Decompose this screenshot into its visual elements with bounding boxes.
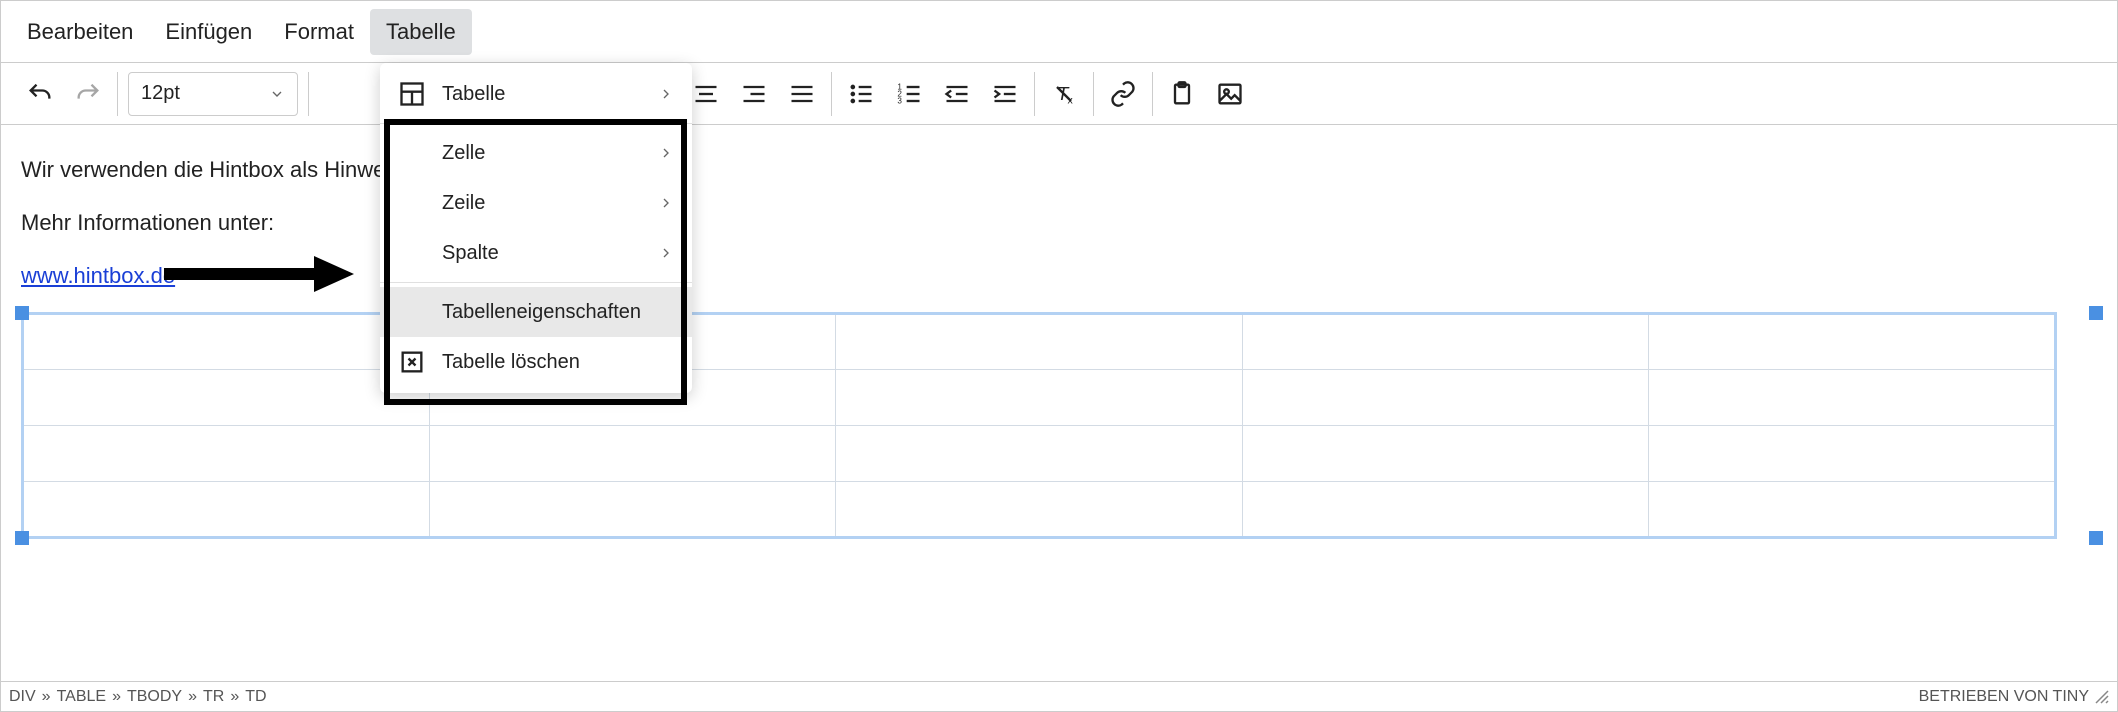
align-center-button[interactable]: [687, 75, 725, 113]
table-cell[interactable]: [1242, 482, 1649, 538]
table-cell[interactable]: [1242, 426, 1649, 482]
table-cell[interactable]: [429, 426, 836, 482]
menu-format[interactable]: Format: [268, 9, 370, 55]
table-cell[interactable]: [1242, 314, 1649, 370]
indent-button[interactable]: [986, 75, 1024, 113]
resize-handle-topleft[interactable]: [15, 306, 29, 320]
chevron-right-icon: [658, 245, 674, 261]
fontsize-select[interactable]: 12pt: [128, 72, 298, 116]
table-cell[interactable]: [836, 314, 1243, 370]
table-dropdown: Tabelle Zelle Zeile Spalte Tabelleneigen…: [380, 63, 692, 393]
align-justify-button[interactable]: [783, 75, 821, 113]
fontsize-value: 12pt: [141, 82, 180, 105]
table-cell[interactable]: [836, 370, 1243, 426]
dropdown-delete-label: Tabelle löschen: [442, 351, 674, 374]
bullet-list-button[interactable]: [842, 75, 880, 113]
dropdown-props-label: Tabelleneigenschaften: [442, 301, 674, 324]
menu-table[interactable]: Tabelle: [370, 9, 472, 55]
table-row: [23, 370, 2056, 426]
table-cell[interactable]: [23, 314, 430, 370]
blank-icon: [398, 239, 426, 267]
table-cell[interactable]: [1242, 370, 1649, 426]
table-cell[interactable]: [836, 426, 1243, 482]
content-area[interactable]: Wir verwenden die Hintbox als Hinweisgeb…: [1, 125, 2117, 681]
dropdown-table-props[interactable]: Tabelleneigenschaften: [380, 287, 692, 337]
outdent-button[interactable]: [938, 75, 976, 113]
number-list-button[interactable]: 123: [890, 75, 928, 113]
chevron-right-icon: [658, 195, 674, 211]
path-div[interactable]: DIV: [9, 688, 36, 705]
path-tbody[interactable]: TBODY: [127, 688, 182, 705]
menubar: Bearbeiten Einfügen Format Tabelle: [1, 1, 2117, 63]
link-button[interactable]: [1104, 75, 1142, 113]
table-row: [23, 426, 2056, 482]
chevron-right-icon: [658, 145, 674, 161]
table-cell[interactable]: [1649, 314, 2056, 370]
blank-icon: [398, 139, 426, 167]
resize-handle-topright[interactable]: [2089, 306, 2103, 320]
path-td[interactable]: TD: [245, 688, 266, 705]
statusbar: DIV»TABLE»TBODY»TR»TD BETRIEBEN VON TINY: [1, 681, 2117, 711]
blank-icon: [398, 298, 426, 326]
table-cell[interactable]: [1649, 426, 2056, 482]
editor-root: Bearbeiten Einfügen Format Tabelle 12pt: [0, 0, 2118, 712]
dropdown-col[interactable]: Spalte: [380, 228, 692, 278]
chevron-down-icon: [269, 86, 285, 102]
table-icon: [398, 80, 426, 108]
menu-insert[interactable]: Einfügen: [149, 9, 268, 55]
table-cell[interactable]: [23, 482, 430, 538]
undo-button[interactable]: [21, 75, 59, 113]
separator: [380, 123, 692, 124]
path-table[interactable]: TABLE: [57, 688, 107, 705]
link-hintbox[interactable]: www.hintbox.de: [21, 263, 175, 288]
image-button[interactable]: [1211, 75, 1249, 113]
table-row: [23, 482, 2056, 538]
table-cell[interactable]: [836, 482, 1243, 538]
table-cell[interactable]: [23, 370, 430, 426]
dropdown-table-delete[interactable]: Tabelle löschen: [380, 337, 692, 387]
table-cell[interactable]: [23, 426, 430, 482]
resize-grip-icon[interactable]: [2095, 690, 2109, 704]
resize-handle-bottomleft[interactable]: [15, 531, 29, 545]
annotation-arrow: [164, 254, 354, 294]
dropdown-row[interactable]: Zeile: [380, 178, 692, 228]
dropdown-col-label: Spalte: [442, 242, 642, 265]
align-right-button[interactable]: [735, 75, 773, 113]
delete-table-icon: [398, 348, 426, 376]
paragraph-2: Mehr Informationen unter:: [21, 206, 2097, 239]
separator: [380, 282, 692, 283]
powered-by: BETRIEBEN VON TINY: [1919, 688, 2089, 706]
svg-text:x: x: [1068, 94, 1074, 106]
paragraph-1: Wir verwenden die Hintbox als Hinweisgeb…: [21, 153, 2097, 186]
path-tr[interactable]: TR: [203, 688, 224, 705]
svg-text:3: 3: [897, 96, 902, 105]
breadcrumb[interactable]: DIV»TABLE»TBODY»TR»TD: [9, 688, 267, 706]
table-cell[interactable]: [1649, 482, 2056, 538]
redo-button[interactable]: [69, 75, 107, 113]
dropdown-table[interactable]: Tabelle: [380, 69, 692, 119]
table-cell[interactable]: [429, 482, 836, 538]
dropdown-cell[interactable]: Zelle: [380, 128, 692, 178]
table-selection-wrap: [21, 312, 2097, 539]
dropdown-table-label: Tabelle: [442, 83, 642, 106]
table-row: [23, 314, 2056, 370]
menu-edit[interactable]: Bearbeiten: [11, 9, 149, 55]
inserted-table[interactable]: [21, 312, 2057, 539]
blank-icon: [398, 189, 426, 217]
paste-button[interactable]: [1163, 75, 1201, 113]
chevron-right-icon: [658, 86, 674, 102]
dropdown-cell-label: Zelle: [442, 142, 642, 165]
clear-format-button[interactable]: Tx: [1045, 75, 1083, 113]
table-cell[interactable]: [1649, 370, 2056, 426]
toolbar: 12pt 123 Tx: [1, 63, 2117, 125]
dropdown-row-label: Zeile: [442, 192, 642, 215]
resize-handle-bottomright[interactable]: [2089, 531, 2103, 545]
